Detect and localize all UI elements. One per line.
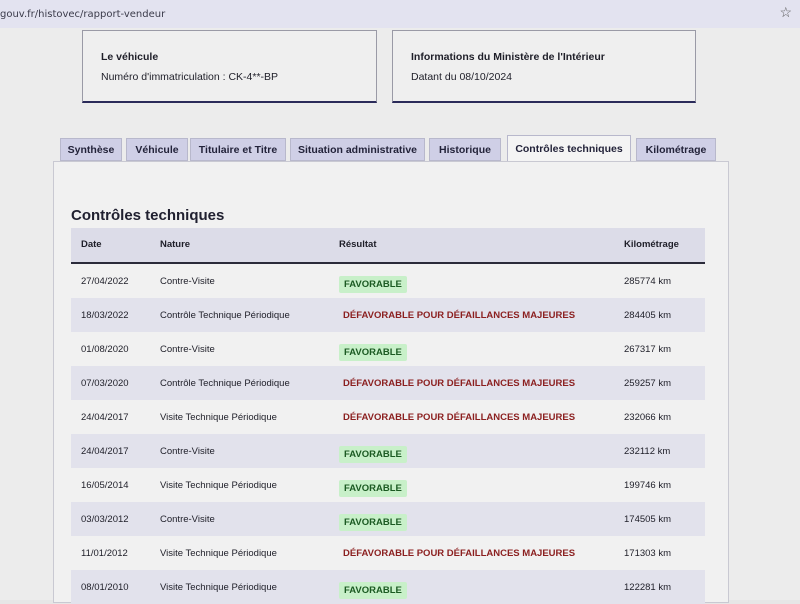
status-badge-defavorable: DÉFAVORABLE POUR DÉFAILLANCES MAJEURES bbox=[343, 378, 576, 389]
row-km: 199746 km bbox=[624, 480, 672, 491]
row-km: 232066 km bbox=[624, 412, 672, 423]
row-date: 16/05/2014 bbox=[81, 480, 129, 491]
status-badge-favorable: FAVORABLE bbox=[339, 276, 407, 293]
row-date: 01/08/2020 bbox=[81, 344, 129, 355]
row-km: 267317 km bbox=[624, 344, 672, 355]
url-text[interactable]: gouv.fr/histovec/rapport-vendeur bbox=[0, 9, 165, 20]
row-nature: Contre-Visite bbox=[160, 514, 215, 525]
row-nature: Contre-Visite bbox=[160, 446, 215, 457]
header-nature: Nature bbox=[160, 239, 191, 250]
status-badge-favorable: FAVORABLE bbox=[339, 480, 407, 497]
row-nature: Contrôle Technique Périodique bbox=[160, 310, 290, 321]
browser-address-bar[interactable]: gouv.fr/histovec/rapport-vendeur ☆ bbox=[0, 0, 800, 29]
row-km: 232112 km bbox=[624, 446, 671, 457]
row-nature: Contre-Visite bbox=[160, 276, 215, 287]
table-body: 27/04/2022 Contre-Visite FAVORABLE 285774 k… bbox=[71, 264, 705, 604]
row-date: 24/04/2017 bbox=[81, 446, 129, 457]
star-icon[interactable]: ☆ bbox=[779, 4, 792, 21]
row-date: 24/04/2017 bbox=[81, 412, 129, 423]
row-nature: Visite Technique Périodique bbox=[160, 548, 277, 559]
tab-synthese[interactable]: Synthèse bbox=[60, 138, 122, 161]
row-nature: Visite Technique Périodique bbox=[160, 582, 277, 593]
row-date: 18/03/2022 bbox=[81, 310, 129, 321]
table-row: 24/04/2017 Visite Technique Périodique DÉF… bbox=[71, 400, 705, 434]
row-nature: Visite Technique Périodique bbox=[160, 480, 277, 491]
row-nature: Contre-Visite bbox=[160, 344, 215, 355]
row-date: 27/04/2022 bbox=[81, 276, 129, 287]
table-row: 07/03/2020 Contrôle Technique Périodique D… bbox=[71, 366, 705, 400]
ministry-card: Informations du Ministère de l'Intérieur… bbox=[392, 30, 696, 103]
vehicle-card: Le véhicule Numéro d'immatriculation : C… bbox=[82, 30, 377, 103]
tab-situation[interactable]: Situation administrative bbox=[290, 138, 425, 161]
row-nature: Contrôle Technique Périodique bbox=[160, 378, 290, 389]
status-badge-favorable: FAVORABLE bbox=[339, 582, 407, 599]
vehicle-card-title: Le véhicule bbox=[101, 51, 159, 63]
table-row: 16/05/2014 Visite Technique Périodique FAV… bbox=[71, 468, 705, 502]
row-km: 259257 km bbox=[624, 378, 672, 389]
row-date: 11/01/2012 bbox=[81, 548, 128, 559]
row-km: 174505 km bbox=[624, 514, 672, 525]
table-row: 11/01/2012 Visite Technique Périodique DÉF… bbox=[71, 536, 705, 570]
row-km: 122281 km bbox=[624, 582, 672, 593]
status-badge-defavorable: DÉFAVORABLE POUR DÉFAILLANCES MAJEURES bbox=[343, 310, 576, 321]
tab-controles-techniques[interactable]: Contrôles techniques bbox=[507, 135, 631, 162]
row-date: 07/03/2020 bbox=[81, 378, 129, 389]
status-badge-defavorable: DÉFAVORABLE POUR DÉFAILLANCES MAJEURES bbox=[343, 548, 576, 559]
row-km: 284405 km bbox=[624, 310, 672, 321]
tab-vehicule[interactable]: Véhicule bbox=[126, 138, 188, 161]
row-date: 08/01/2010 bbox=[81, 582, 129, 593]
plate-number: Numéro d'immatriculation : CK-4**-BP bbox=[101, 71, 279, 83]
table-header: Date Nature Résultat Kilométrage bbox=[71, 228, 705, 264]
controles-panel: Contrôles techniques Date Nature Résulta… bbox=[53, 161, 729, 604]
tab-kilometrage[interactable]: Kilométrage bbox=[636, 138, 716, 161]
status-badge-favorable: FAVORABLE bbox=[339, 446, 407, 463]
tab-historique[interactable]: Historique bbox=[429, 138, 501, 161]
status-badge-defavorable: DÉFAVORABLE POUR DÉFAILLANCES MAJEURES bbox=[343, 412, 576, 423]
table-row: 03/03/2012 Contre-Visite FAVORABLE 174505 k… bbox=[71, 502, 705, 536]
section-title: Contrôles techniques bbox=[71, 207, 225, 224]
ministry-card-title: Informations du Ministère de l'Intérieur bbox=[411, 51, 605, 63]
row-nature: Visite Technique Périodique bbox=[160, 412, 277, 423]
row-km: 171303 km bbox=[624, 548, 672, 559]
table-row: 27/04/2022 Contre-Visite FAVORABLE 285774 k… bbox=[71, 264, 705, 298]
tab-titulaire[interactable]: Titulaire et Titre bbox=[190, 138, 286, 161]
header-km: Kilométrage bbox=[624, 239, 679, 250]
report-page: Le véhicule Numéro d'immatriculation : C… bbox=[0, 28, 800, 604]
status-badge-favorable: FAVORABLE bbox=[339, 514, 407, 531]
table-row: 24/04/2017 Contre-Visite FAVORABLE 232112 k… bbox=[71, 434, 705, 468]
ministry-date: Datant du 08/10/2024 bbox=[411, 71, 513, 83]
header-result: Résultat bbox=[339, 239, 377, 250]
row-km: 285774 km bbox=[624, 276, 672, 287]
status-badge-favorable: FAVORABLE bbox=[339, 344, 407, 361]
table-row: 08/01/2010 Visite Technique Périodique FAV… bbox=[71, 570, 705, 604]
table-row: 18/03/2022 Contrôle Technique Périodique D… bbox=[71, 298, 705, 332]
row-date: 03/03/2012 bbox=[81, 514, 129, 525]
header-date: Date bbox=[81, 239, 102, 250]
table-row: 01/08/2020 Contre-Visite FAVORABLE 267317 k… bbox=[71, 332, 705, 366]
